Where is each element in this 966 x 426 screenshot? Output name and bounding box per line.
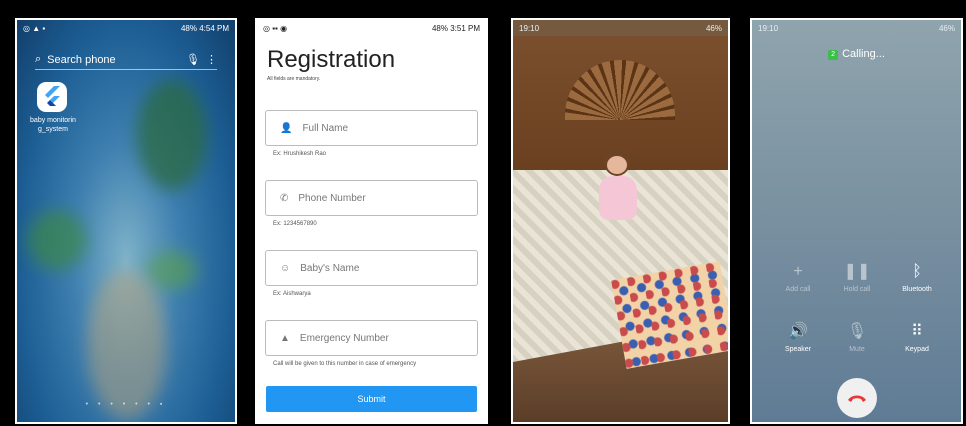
search-icon: ⌕ — [35, 53, 42, 65]
emergency-number-field[interactable]: ▲ Emergency Number — [265, 320, 478, 356]
warning-icon: ▲ — [280, 332, 290, 344]
end-call-button[interactable] — [836, 378, 877, 418]
page-title: Registration — [267, 46, 396, 73]
screenshot-collage: ◎ ▲ ▪ 48% 4:54 PM ⌕ Search phone 🎙 ⋮ bab… — [0, 0, 966, 426]
baby-name-field[interactable]: ☺ Baby's Name — [265, 250, 478, 286]
field-label: Full Name — [302, 122, 349, 134]
speaker-button[interactable]: 🔊 Speaker — [768, 322, 828, 353]
phone-number-field[interactable]: ✆ Phone Number — [265, 180, 478, 216]
field-label: Emergency Number — [299, 332, 389, 344]
field-label: Phone Number — [298, 192, 366, 204]
microphone-icon[interactable]: 🎙 — [186, 53, 200, 66]
control-label: Add call — [785, 286, 811, 293]
search-placeholder: Search phone — [47, 53, 116, 66]
smiley-icon: ☺ — [280, 262, 291, 274]
registration-screen: ◎ ▪▪ ◉ 48% 3:51 PM Registration All fiel… — [257, 20, 486, 422]
camera-feed: 19:10 46% — [513, 20, 728, 422]
end-call-icon — [847, 395, 866, 402]
status-bar: 19:10 46% — [513, 20, 728, 36]
person-icon: 👤 — [280, 122, 293, 134]
calling-screen: 19:10 46% 2 Calling... + Add call ❚❚ Hold… — [752, 20, 961, 422]
status-battery: 46% — [705, 23, 722, 33]
field-hint: Ex: 1234567890 — [273, 221, 317, 227]
status-icons-left: ◎ ▲ ▪ — [23, 23, 46, 33]
keypad-button[interactable]: ⠿ Keypad — [887, 322, 947, 353]
phone-camera-view: 19:10 46% — [511, 18, 730, 424]
status-bar: ◎ ▪▪ ◉ 48% 3:51 PM — [257, 20, 486, 36]
baby-image — [595, 148, 641, 238]
phone-registration: ◎ ▪▪ ◉ 48% 3:51 PM Registration All fiel… — [255, 18, 488, 424]
phone-home-screen: ◎ ▲ ▪ 48% 4:54 PM ⌕ Search phone 🎙 ⋮ bab… — [15, 18, 237, 424]
status-time: 19:10 — [519, 23, 540, 33]
field-label: Baby's Name — [300, 262, 360, 274]
mute-button[interactable]: 🎙 Mute — [827, 322, 887, 353]
field-hint: Ex: Hrushikesh Rao — [273, 151, 327, 157]
app-label: baby monitorin g_system — [30, 117, 76, 133]
status-bar: 19:10 46% — [752, 20, 961, 36]
status-battery: 46% — [938, 23, 955, 33]
control-label: Keypad — [905, 346, 929, 353]
speaker-icon: 🔊 — [788, 323, 808, 340]
search-bar[interactable]: ⌕ Search phone 🎙 ⋮ — [35, 50, 217, 70]
field-hint: Ex: Aishwarya — [273, 291, 311, 297]
add-call-button[interactable]: + Add call — [768, 262, 828, 293]
keypad-icon: ⠿ — [911, 323, 923, 340]
control-label: Hold call — [843, 286, 871, 293]
pause-icon: ❚❚ — [843, 263, 871, 280]
flutter-logo-icon — [45, 86, 60, 106]
blanket-image — [611, 261, 728, 369]
mute-microphone-icon: 🎙 — [846, 323, 868, 340]
page-subtitle: All fields are mandatory. — [267, 76, 321, 82]
control-label: Mute — [849, 346, 865, 353]
bluetooth-icon: ᛒ — [912, 263, 922, 280]
status-time: 19:10 — [758, 23, 779, 33]
add-icon: + — [793, 263, 803, 280]
status-icons-left: ◎ ▪▪ ◉ — [263, 23, 288, 33]
sim-badge: 2 — [828, 50, 839, 60]
calling-text: Calling... — [842, 48, 885, 60]
call-status: 2 Calling... — [752, 48, 961, 60]
status-time: 48% 3:51 PM — [431, 23, 480, 33]
phone-icon: ✆ — [280, 192, 289, 204]
hold-call-button[interactable]: ❚❚ Hold call — [827, 262, 887, 293]
submit-button[interactable]: Submit — [266, 386, 477, 412]
status-time: 48% 4:54 PM — [180, 23, 229, 33]
status-bar: ◎ ▲ ▪ 48% 4:54 PM — [17, 20, 235, 36]
field-hint: Call will be given to this number in cas… — [273, 361, 417, 367]
phone-calling: 19:10 46% 2 Calling... + Add call ❚❚ Hold… — [750, 18, 963, 424]
full-name-field[interactable]: 👤 Full Name — [265, 110, 478, 146]
app-icon-baby-monitoring[interactable] — [37, 82, 67, 112]
page-indicator: • • • • • • ▪ — [85, 401, 167, 408]
more-options-icon[interactable]: ⋮ — [206, 53, 217, 66]
bluetooth-button[interactable]: ᛒ Bluetooth — [887, 262, 947, 293]
control-label: Bluetooth — [902, 286, 932, 293]
home-wallpaper: ◎ ▲ ▪ 48% 4:54 PM ⌕ Search phone 🎙 ⋮ bab… — [17, 20, 235, 422]
control-label: Speaker — [784, 346, 812, 353]
